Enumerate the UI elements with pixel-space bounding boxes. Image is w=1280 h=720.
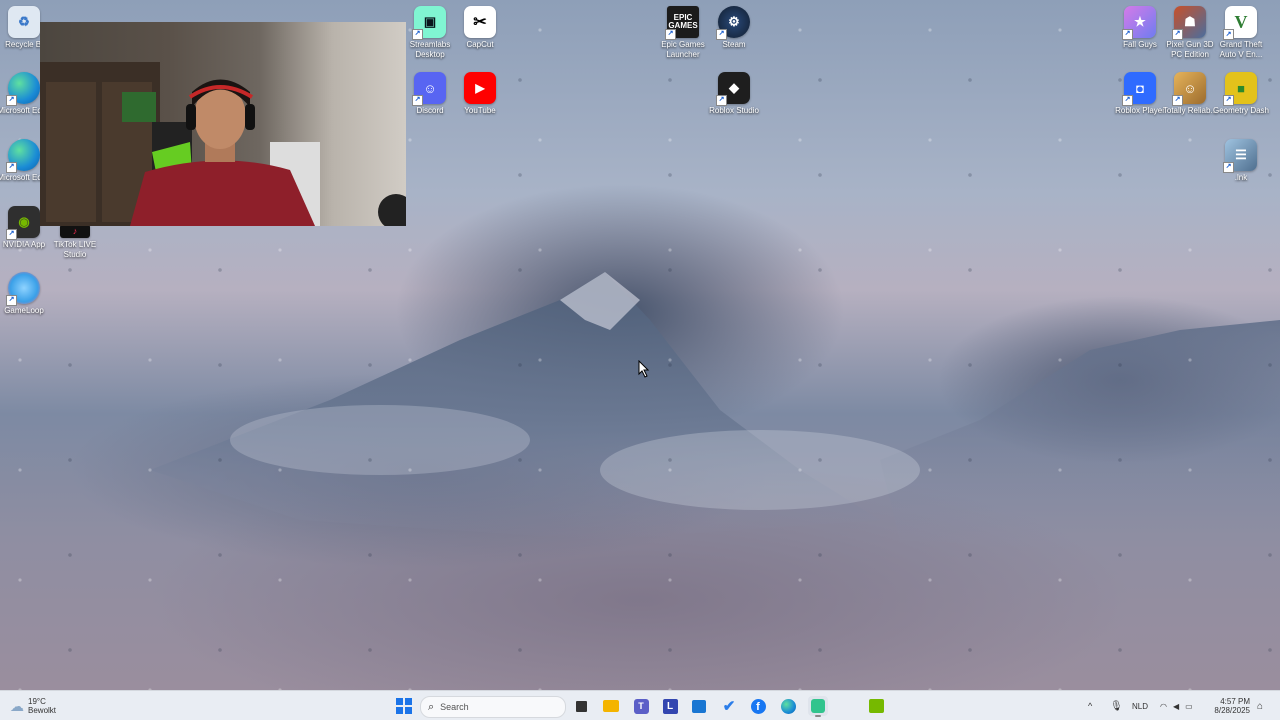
folder-icon <box>603 700 619 712</box>
recycle-icon: ♻ <box>8 6 40 38</box>
taskbar: ☁ 19°C Bewolkt ⌕ Search T L ✔ f ^ 🎙 NLD … <box>0 690 1280 720</box>
geometry-dash-shortcut[interactable]: ■ ↗ Geometry Dash <box>1212 72 1270 116</box>
epic-games-shortcut[interactable]: EPIC GAMES ↗ Epic Games Launcher <box>657 6 709 60</box>
streamlabs-icon <box>811 699 825 713</box>
cloud-icon: ☁ <box>10 697 24 714</box>
l-icon: L <box>662 698 678 714</box>
task-view-icon <box>575 700 587 712</box>
teams-icon: T <box>633 698 649 714</box>
search-placeholder: Search <box>440 702 469 712</box>
totally-reliable-shortcut[interactable]: ☺ ↗ Totally Reliab... <box>1162 72 1218 116</box>
icon-label: Roblox Studio <box>709 106 759 115</box>
show-hidden-icons-button[interactable]: ^ <box>1088 691 1092 720</box>
capcut-icon: ✂ <box>464 6 496 38</box>
roblox-player-shortcut[interactable]: ◘ ↗ Roblox Player <box>1114 72 1166 116</box>
icon-label: YouTube <box>464 106 496 115</box>
webcam-overlay <box>40 22 406 226</box>
file-explorer-button[interactable] <box>601 696 621 716</box>
check-icon: ✔ <box>722 698 736 715</box>
edge-icon: ↗ <box>6 72 40 106</box>
trds-icon: ☺ ↗ <box>1172 72 1206 106</box>
desktop: ♻ Recycle Bi ↗ Microsoft Edge ↗ Microsof… <box>0 0 1280 690</box>
shortcut-icon: ☰ ↗ <box>1223 139 1257 173</box>
running-indicator <box>815 715 821 717</box>
capcut-shortcut[interactable]: ✂ CapCut <box>454 6 506 50</box>
todo-button[interactable]: ✔ <box>719 696 739 716</box>
bell-icon: ⌂ <box>1257 700 1264 712</box>
steam-icon: ⚙ ↗ <box>716 6 750 40</box>
icon-label: GameLoop <box>4 306 44 315</box>
gta-v-shortcut[interactable]: V ↗ Grand Theft Auto V En... <box>1215 6 1267 60</box>
icon-label: Pixel Gun 3D PC Edition <box>1166 40 1214 59</box>
gameloop-icon: ↗ <box>6 272 40 306</box>
gameloop-shortcut[interactable]: ↗ GameLoop <box>0 272 50 316</box>
facebook-icon: f <box>750 698 766 714</box>
notification-button[interactable]: ⌂ <box>1257 691 1263 720</box>
weather-temp: 19°C <box>28 697 46 706</box>
icon-label: CapCut <box>466 40 494 49</box>
nvidia-icon <box>868 699 884 713</box>
roblox-studio-shortcut[interactable]: ◆ ↗ Roblox Studio <box>708 72 760 116</box>
roblox-icon: ◘ ↗ <box>1122 72 1156 106</box>
microphone-tray[interactable]: 🎙 <box>1110 691 1123 720</box>
microphone-icon: 🎙 <box>1110 700 1123 712</box>
search-box[interactable]: ⌕ Search <box>420 696 566 718</box>
webcam-person-image <box>40 62 406 226</box>
lnk-shortcut[interactable]: ☰ ↗ .lnk <box>1215 139 1267 183</box>
teams-button[interactable]: T <box>631 696 651 716</box>
edge-icon: ↗ <box>6 139 40 173</box>
streamlabs-shortcut[interactable]: ▣ ↗ Streamlabs Desktop <box>404 6 456 60</box>
speaker-icon: ◀ <box>1172 701 1180 711</box>
clock[interactable]: 4:57 PM 8/28/2025 <box>1212 691 1250 720</box>
edge-icon <box>780 698 796 714</box>
pixel-gun-icon: ☗ ↗ <box>1172 6 1206 40</box>
geometry-dash-icon: ■ ↗ <box>1223 72 1257 106</box>
icon-label: Grand Theft Auto V En... <box>1219 40 1263 59</box>
steam-shortcut[interactable]: ⚙ ↗ Steam <box>708 6 760 50</box>
language-indicator[interactable]: NLD <box>1132 691 1148 720</box>
windows-icon <box>396 698 412 714</box>
icon-label: Steam <box>722 40 746 49</box>
nvidia-taskbar-button[interactable] <box>866 696 886 716</box>
weather-condition: Bewolkt <box>28 706 57 715</box>
fall-guys-icon: ★ ↗ <box>1122 6 1156 40</box>
nvidia-icon: ◉ ↗ <box>6 206 40 240</box>
edge-taskbar-button[interactable] <box>778 696 798 716</box>
streamlabs-icon: ▣ ↗ <box>412 6 446 40</box>
discord-icon: ☺ ↗ <box>412 72 446 106</box>
pixel-gun-shortcut[interactable]: ☗ ↗ Pixel Gun 3D PC Edition <box>1164 6 1216 60</box>
youtube-icon: ▶ <box>464 72 496 104</box>
discord-shortcut[interactable]: ☺ ↗ Discord <box>404 72 456 116</box>
icon-label: Totally Reliab... <box>1162 106 1218 115</box>
language-label: NLD <box>1132 701 1149 711</box>
icon-label: .lnk <box>1234 173 1248 182</box>
icon-label: TikTok LIVE Studio <box>53 240 97 259</box>
task-view-button[interactable] <box>571 696 591 716</box>
icon-label: Geometry Dash <box>1212 106 1270 115</box>
streamlabs-taskbar-button[interactable] <box>808 696 828 717</box>
clock-time: 4:57 PM <box>1220 697 1250 706</box>
gta-icon: V ↗ <box>1223 6 1257 40</box>
quick-settings[interactable]: ◠ ◀ ▭ <box>1160 691 1193 720</box>
youtube-shortcut[interactable]: ▶ YouTube <box>454 72 506 116</box>
mouse-cursor <box>638 360 650 378</box>
icon-label: Epic Games Launcher <box>661 40 705 59</box>
fall-guys-shortcut[interactable]: ★ ↗ Fall Guys <box>1114 6 1166 50</box>
app-l-button[interactable]: L <box>660 696 680 716</box>
weather-widget[interactable]: ☁ 19°C Bewolkt <box>10 691 56 720</box>
clock-date: 8/28/2025 <box>1214 706 1250 715</box>
store-button[interactable] <box>689 696 709 716</box>
chevron-up-icon: ^ <box>1088 701 1093 711</box>
store-icon <box>692 699 706 713</box>
battery-icon: ▭ <box>1185 701 1193 711</box>
wifi-icon: ◠ <box>1160 701 1167 711</box>
facebook-button[interactable]: f <box>748 696 768 716</box>
epic-icon: EPIC GAMES ↗ <box>665 6 699 40</box>
tiktok-icon: ♪ <box>60 224 90 238</box>
roblox-studio-icon: ◆ ↗ <box>716 72 750 106</box>
start-button[interactable] <box>394 696 414 716</box>
search-icon: ⌕ <box>428 700 435 713</box>
